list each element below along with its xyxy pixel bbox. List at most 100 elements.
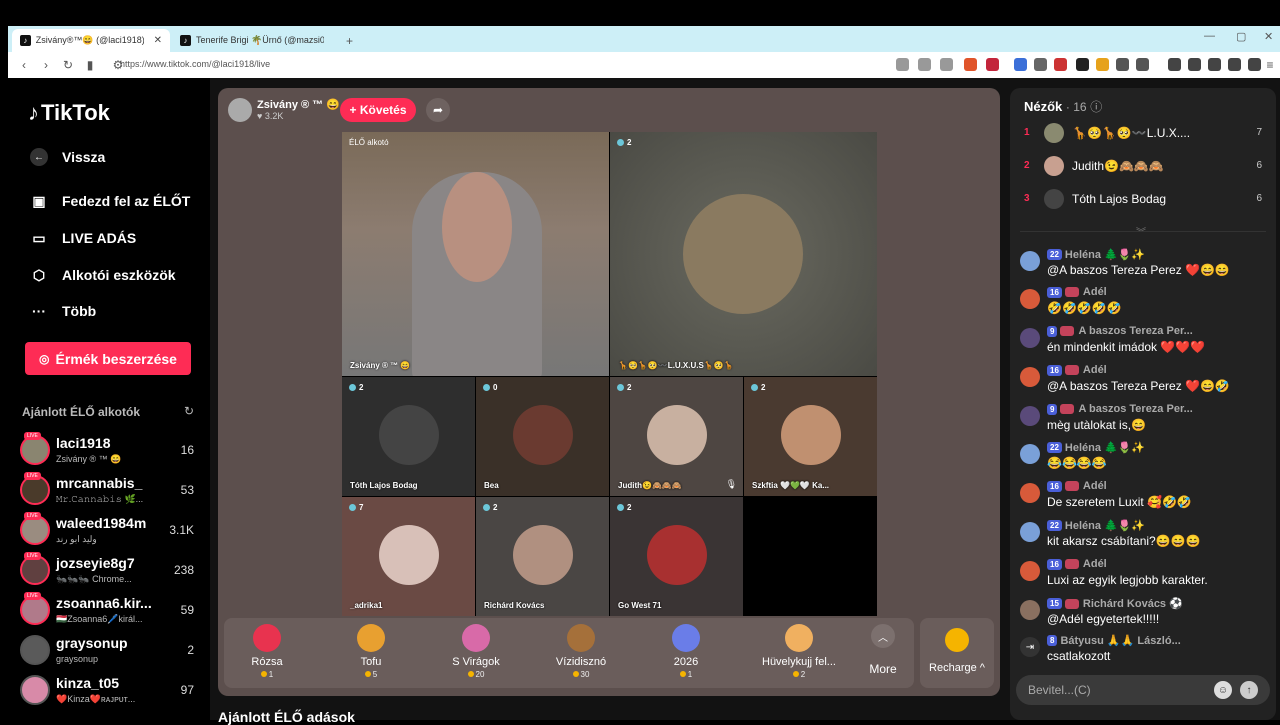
recharge-label: Recharge ^ [929, 662, 985, 674]
host-label: Zsivány ® ™ 😄 [350, 361, 411, 370]
guest-count: 2 [483, 503, 497, 512]
gift-name: Hüvelykujj fel... [762, 656, 836, 668]
guest-count-value: 2 [627, 503, 632, 512]
message-header: 9 A baszos Tereza Per... [1047, 403, 1193, 415]
gift-price-value: 30 [580, 670, 590, 679]
brave-shield-icon[interactable] [964, 58, 977, 71]
zoom-icon[interactable] [918, 58, 931, 71]
gift-price: 20 [441, 670, 511, 679]
tofu-icon [357, 624, 385, 652]
forward-arrow-icon[interactable]: › [40, 58, 52, 72]
creator-item[interactable]: LIVE jozseyie8g7 🐜🐜🐜 Chrome... 238 [20, 552, 200, 591]
gift-capybara[interactable]: Vízidisznó 30 [546, 624, 616, 679]
creator-item[interactable]: LIVE mrcannabis_ 𝙼𝚛.𝙲𝚊𝚗𝚗𝚊𝚋𝚒𝚜 🌿... 53 [20, 472, 200, 511]
nav-creator-tools[interactable]: ⬡ Alkotói eszközök [30, 266, 176, 284]
guest-video[interactable]: 0 Bea [476, 377, 609, 496]
refresh-icon[interactable]: ↻ [184, 404, 194, 418]
recharge-button[interactable]: Recharge ^ [920, 618, 994, 688]
gift-2026[interactable]: 2026 1 [651, 624, 721, 679]
share-icon[interactable]: ➦ [426, 98, 450, 122]
host-avatar[interactable] [228, 98, 252, 122]
message-header: 22 Heléna 🌲🌷✨ [1047, 248, 1145, 261]
gift-rose[interactable]: Rózsa 1 [232, 624, 302, 679]
avatar [1020, 251, 1040, 271]
reload-icon[interactable]: ↻ [62, 58, 74, 72]
send-icon[interactable]: ↑ [1240, 681, 1258, 699]
back-arrow-icon[interactable]: ‹ [18, 58, 30, 72]
top-viewer[interactable]: 3 Tóth Lajos Bodag 6 [1020, 188, 1266, 210]
viewers-title: Nézők [1024, 99, 1063, 114]
tab-laci1918[interactable]: ♪ Zsivány®™😄 (@laci1918) Él ✕ [12, 29, 170, 52]
top-viewer[interactable]: 2 Judith😉🙈🙈🙈 6 [1020, 155, 1266, 177]
coin-icon: ◎ [39, 351, 50, 366]
back-link[interactable]: ← Vissza [30, 148, 105, 166]
extension-icon[interactable] [1034, 58, 1047, 71]
top-viewer[interactable]: 1 🦒🥺🦒🥺〰️L.U.X.... 7 [1020, 122, 1266, 144]
chat-input[interactable]: Bevitel...(C) ☺ ↑ [1016, 675, 1270, 705]
share-page-icon[interactable] [940, 58, 953, 71]
viewer-count: 3.1K [169, 523, 194, 537]
gift-flowers[interactable]: S Virágok 20 [441, 624, 511, 679]
hls-icon[interactable] [1054, 58, 1067, 71]
translate-icon[interactable] [1014, 58, 1027, 71]
media-icon[interactable] [1168, 58, 1181, 71]
get-coins-button[interactable]: ◎ Érmék beszerzése [25, 342, 191, 375]
guest-video[interactable]: 2 Go West 71 [610, 497, 743, 616]
nav-live-broadcast[interactable]: ▭ LIVE ADÁS [30, 229, 136, 247]
avatar [1020, 444, 1040, 464]
creator-item[interactable]: LIVE waleed1984m وليد ابو رند 3.1K [20, 512, 200, 551]
message-text: kit akarsz csábítani?😄😄😄 [1047, 534, 1201, 548]
host-name[interactable]: Zsivány ® ™ 😄 [257, 98, 340, 111]
guest-video-main[interactable]: 2 🦒🥺🦒🥺〰️L.U.X.U.S🦒🥺🦒 [610, 132, 877, 376]
gift-thumbs-up[interactable]: Hüvelykujj fel... 2 [756, 624, 842, 679]
close-tab-icon[interactable]: ✕ [154, 35, 162, 46]
creator-item[interactable]: graysonup graysonup 2 [20, 635, 200, 671]
creator-item[interactable]: kinza_t05 ❤️Kinza❤️ʀᴀᴊᴘᴜᴛ... 97 [20, 675, 200, 711]
reader-icon[interactable] [896, 58, 909, 71]
follow-button[interactable]: + Követés [340, 98, 416, 122]
guest-count: 0 [483, 383, 497, 392]
chat-panel: Nézők · 16 ⓘ 1 🦒🥺🦒🥺〰️L.U.X.... 7 2 Judit… [1010, 88, 1276, 720]
creator-item[interactable]: LIVE zsoanna6.kir... 🇭🇺Zsoanna6🖊️királ..… [20, 592, 200, 631]
guest-avatar [513, 405, 573, 465]
url-field[interactable]: https://www.tiktok.com/@laci1918/live [120, 59, 270, 69]
emoji-icon[interactable]: ☺ [1214, 681, 1232, 699]
rewards-icon[interactable] [986, 58, 999, 71]
recommended-creators-title: Ajánlott ÉLŐ alkotók [22, 405, 141, 419]
minimize-icon[interactable]: — [1204, 30, 1215, 42]
leo-icon[interactable] [1228, 58, 1241, 71]
puzzle-icon[interactable] [1136, 58, 1149, 71]
extension-icon[interactable] [1076, 58, 1089, 71]
nav-explore-live[interactable]: ▣ Fedezd fel az ÉLŐT [30, 192, 190, 210]
new-tab-button[interactable]: + [338, 29, 361, 52]
extension-icon[interactable] [1096, 58, 1109, 71]
more-gifts-button[interactable]: ︿ More [858, 624, 908, 676]
sidebar-icon[interactable] [1188, 58, 1201, 71]
viewers-header[interactable]: Nézők · 16 ⓘ [1024, 98, 1102, 115]
guest-video[interactable]: 2 Richárd Kovács [476, 497, 609, 616]
guest-video[interactable]: 2 Judith😉🙈🙈🙈 🎙 [610, 377, 743, 496]
coin-icon [467, 671, 474, 677]
wallet-icon[interactable] [1208, 58, 1221, 71]
host-video[interactable]: ÉLŐ alkotó Zsivány ® ™ 😄 [342, 132, 609, 376]
help-icon[interactable]: ⓘ [1090, 100, 1102, 114]
bookmark-icon[interactable]: ▮ [84, 58, 96, 72]
vpn-icon[interactable] [1248, 58, 1261, 71]
fan-badge [1060, 404, 1075, 414]
level-badge: 22 [1047, 520, 1062, 531]
maximize-icon[interactable]: ▢ [1236, 30, 1246, 43]
guest-video[interactable]: 2 Szkftia 🤍💚🤍 Ka... [744, 377, 877, 496]
tab-mazsi04[interactable]: ♪ Tenerife Brigi 🌴Ürnő (@mazsi04) Él [172, 29, 332, 52]
creator-item[interactable]: LIVE laci1918 Zsivány ® ™ 😄 16 [20, 432, 200, 471]
menu-icon[interactable]: ≡ [1264, 58, 1276, 72]
extension-icon[interactable] [1116, 58, 1129, 71]
viewer-rank: 2 [1024, 160, 1030, 171]
level-badge: 16 [1047, 558, 1062, 570]
guest-video[interactable]: 2 Tóth Lajos Bodag [342, 377, 475, 496]
coin-button-label: Érmék beszerzése [55, 350, 177, 367]
guest-video[interactable]: 7 _adrika1 [342, 497, 475, 616]
close-window-icon[interactable]: ✕ [1264, 30, 1273, 43]
tiktok-logo[interactable]: ♪ TikTok [28, 100, 110, 126]
nav-more[interactable]: ··· Több [30, 302, 96, 320]
gift-tofu[interactable]: Tofu 5 [336, 624, 406, 679]
